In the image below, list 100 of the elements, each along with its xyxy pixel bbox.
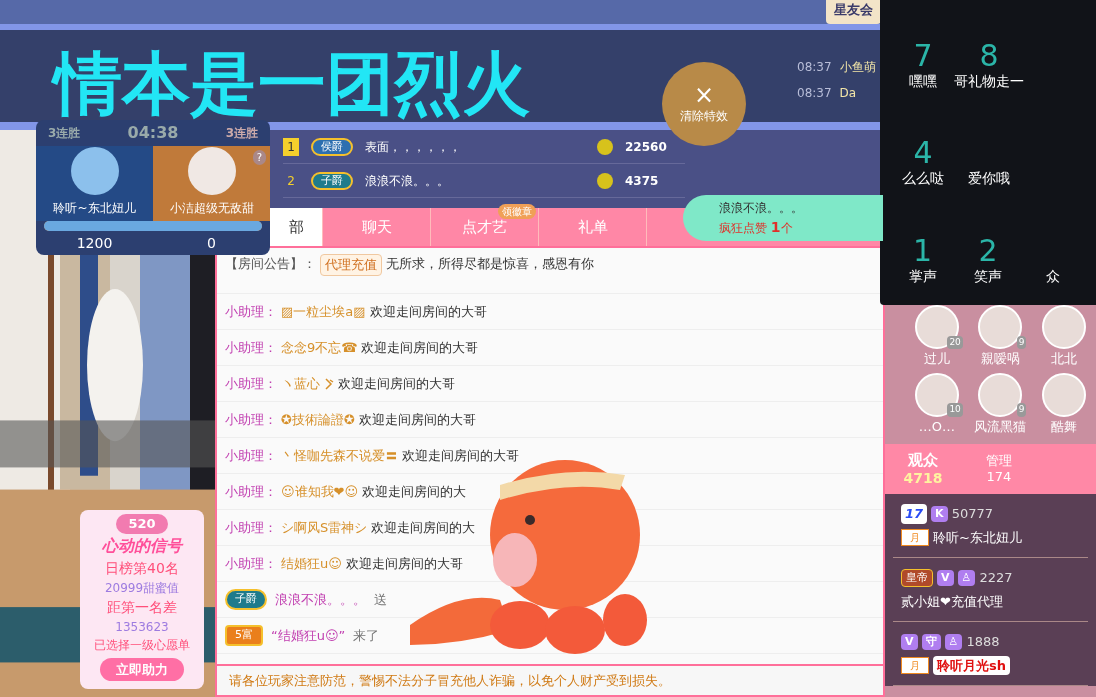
chat-message: 欢迎走间房间的大哥 xyxy=(402,446,519,465)
user-name[interactable]: 浪浪不浪。。。 xyxy=(275,589,366,610)
user-name[interactable]: “结婚狂u☺” xyxy=(271,625,346,646)
chat-message: 欢迎走间房间的大 xyxy=(371,518,476,537)
user-name[interactable]: 念念9不忘☎ xyxy=(281,337,358,358)
speaker-name: 小助理： xyxy=(225,338,277,357)
guard-name[interactable]: 酷舞 xyxy=(1051,416,1078,436)
user-name[interactable]: 聆听~东北妞儿 xyxy=(933,527,1022,547)
chat-tab[interactable]: 礼单 xyxy=(539,208,647,246)
gift-item[interactable]: 嘿嘿 xyxy=(909,70,937,92)
avatar[interactable] xyxy=(978,305,1023,349)
pk-score: 0 xyxy=(206,233,217,253)
gift-hotkey: 4 xyxy=(913,138,933,169)
gap-label: 距第一名差 xyxy=(107,597,177,617)
gift-hotkey: 2 xyxy=(978,236,998,266)
speaker-name: 小助理： xyxy=(225,554,277,573)
avatar[interactable] xyxy=(1042,305,1087,349)
chat-message: 来了 xyxy=(353,626,380,645)
sweetness-score: 20999甜蜜值 xyxy=(104,579,180,597)
guard-name[interactable]: 风流黑猫 xyxy=(974,416,1027,436)
chat-message: 送 xyxy=(374,590,387,609)
announcement-label: 【房间公告】： xyxy=(225,255,316,273)
coin-icon xyxy=(597,138,613,155)
user-points: 50777 xyxy=(951,505,993,523)
rank-number: 1 xyxy=(283,137,299,156)
gift-hotkey: 7 xyxy=(913,40,933,71)
speaker-name: 小助理： xyxy=(225,410,277,429)
user-name[interactable]: 丶怪咖先森不说爱〓 xyxy=(281,445,398,466)
anchor-name: 聆听~东北妞儿 xyxy=(53,200,136,217)
chat-tab[interactable]: 部 xyxy=(271,208,323,246)
user-name[interactable]: 结婚狂u☺ xyxy=(281,553,342,574)
audience-tab[interactable]: 观众 4718 xyxy=(885,444,961,494)
coin-icon xyxy=(597,172,613,189)
user-name[interactable]: ヽ蓝心 xyxy=(281,373,320,394)
gift-hotkey: 8 xyxy=(979,40,999,71)
message-time: 08:37 xyxy=(797,85,832,102)
gift-item[interactable]: 么么哒 xyxy=(902,168,944,190)
tag-icon: 守 xyxy=(921,633,941,650)
gap-value: 1353623 xyxy=(115,618,169,636)
win-streak: 3连胜 xyxy=(48,125,81,142)
guard-level: 20 xyxy=(947,335,963,349)
gift-item[interactable]: 哥礼物走一 xyxy=(954,70,1024,92)
like-count: 疯狂点赞 1个 xyxy=(719,217,794,237)
chat-tab[interactable]: 聊天 xyxy=(323,208,431,246)
coin-amount: 4375 xyxy=(625,172,660,190)
gift-item[interactable]: 笑声 xyxy=(974,266,1002,287)
guard-level: 9 xyxy=(1016,403,1027,417)
guard-level: 9 xyxy=(1016,335,1027,349)
guard-name[interactable]: 北北 xyxy=(1051,349,1078,369)
pk-timer: 04:38 xyxy=(127,122,179,144)
tag-icon: V xyxy=(901,633,918,650)
chat-message: 欢迎走间房间的大哥 xyxy=(358,410,476,429)
chat-message: 欢迎走间房间的大哥 xyxy=(369,302,487,321)
rank-badge: 5富 xyxy=(225,625,263,646)
rank-badge: 子爵 xyxy=(311,171,353,190)
user-name[interactable]: 浪浪不浪。。。 xyxy=(365,171,449,190)
guard-name[interactable]: …O… xyxy=(918,416,955,436)
user-name[interactable]: 聆听月光sh xyxy=(933,655,1010,675)
tag-icon: K xyxy=(931,505,948,522)
user-name[interactable]: 表面，，，，，， xyxy=(365,137,461,156)
chat-tab[interactable]: 领徽章 点才艺 xyxy=(431,208,539,246)
tag-icon: V xyxy=(937,569,954,586)
liker-name: 浪浪不浪。。。 xyxy=(719,199,804,217)
gift-item[interactable]: 爱你哦 xyxy=(968,168,1010,190)
user-name[interactable]: 小鱼萌 xyxy=(839,58,876,76)
boost-button[interactable]: 立即助力 xyxy=(100,657,184,681)
chat-message: 欢迎走间房间的大哥 xyxy=(338,374,455,393)
event-title: 心动的信号 xyxy=(102,534,182,557)
avatar[interactable] xyxy=(978,372,1023,417)
user-name[interactable]: ▨一粒尘埃a▨ xyxy=(281,301,366,322)
avatar xyxy=(187,147,236,195)
gift-item[interactable]: 掌声 xyxy=(908,266,937,287)
user-name[interactable]: 贰小姐❤充值代理 xyxy=(901,591,1003,611)
user-points: 2227 xyxy=(979,569,1013,587)
banner-title: 情本是一团烈火 xyxy=(50,46,534,122)
tag-icon: ♙ xyxy=(957,569,976,586)
daily-rank: 日榜第40名 xyxy=(105,558,179,578)
speaker-name: 小助理： xyxy=(225,302,277,321)
user-name[interactable]: シ啊风S雷神シ xyxy=(281,517,368,538)
club-tab[interactable]: 星友会 xyxy=(826,0,881,24)
user-points: 1888 xyxy=(966,633,1000,651)
title-badge: 皇帝 xyxy=(901,568,933,587)
user-name[interactable]: ✪技術論證✪ xyxy=(281,409,355,430)
user-name[interactable]: ☺谁知我❤☺ xyxy=(281,481,358,502)
message-time: 08:37 xyxy=(797,59,832,76)
avatar[interactable] xyxy=(914,305,959,349)
gift-hotkey: 1 xyxy=(913,236,933,266)
guard-name[interactable]: 过儿 xyxy=(923,349,950,369)
gift-item[interactable]: 众 xyxy=(1046,266,1061,287)
user-name[interactable]: Da xyxy=(839,84,857,102)
guard-name[interactable]: 親嗳㖞 xyxy=(981,349,1020,369)
announcement-tag: 代理充值 xyxy=(320,254,382,276)
safety-notice: 请各位玩家注意防范，警惕不法分子冒充他人诈骗，以免个人财产受到损失。 xyxy=(229,671,671,690)
rank-badge: 侯爵 xyxy=(311,137,353,156)
rank-badge: 子爵 xyxy=(225,589,267,610)
tab-badge: 领徽章 xyxy=(498,204,536,219)
pk-score: 1200 xyxy=(75,233,114,253)
month-badge: 月 xyxy=(901,528,929,546)
audience-tab[interactable]: 管理 174 xyxy=(961,444,1037,494)
win-streak: 3连胜 xyxy=(225,125,258,142)
